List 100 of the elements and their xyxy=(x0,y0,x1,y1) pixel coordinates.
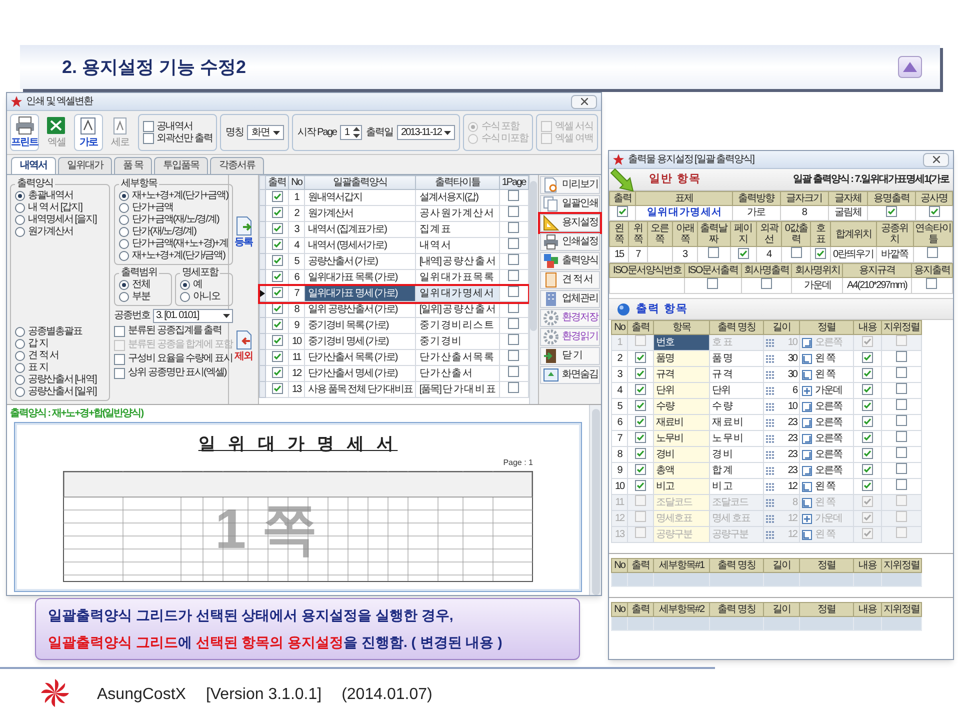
close-button[interactable] xyxy=(571,94,597,108)
table-cell[interactable]: 중기경비 명세 (가로) xyxy=(304,334,416,350)
checkbox[interactable] xyxy=(635,384,646,394)
side-button[interactable]: 견 적 서 xyxy=(540,271,600,289)
checkbox[interactable] xyxy=(272,350,283,362)
checkbox[interactable] xyxy=(616,206,628,217)
radio-button[interactable] xyxy=(119,191,129,201)
close-button[interactable] xyxy=(923,152,949,166)
table-cell[interactable]: 사용 품목 전체 단가대비표 xyxy=(304,382,416,398)
checkbox[interactable] xyxy=(508,366,520,377)
date-field[interactable]: 2013-11-12 xyxy=(397,125,456,140)
checkbox[interactable] xyxy=(862,480,873,490)
radio-button[interactable] xyxy=(15,363,25,373)
radio-button[interactable] xyxy=(15,227,25,237)
scroll-up-button[interactable] xyxy=(898,56,922,78)
radio-button[interactable] xyxy=(119,292,129,302)
checkbox[interactable] xyxy=(815,248,826,258)
checkbox[interactable] xyxy=(896,367,907,378)
checkbox[interactable] xyxy=(761,278,772,289)
table-cell[interactable]: 단가산출서 명세 (가로) xyxy=(304,366,416,382)
table-cell[interactable]: 총액 xyxy=(654,462,710,478)
side-button[interactable]: 용지설정 xyxy=(540,214,600,232)
remove-button[interactable]: 제외 xyxy=(234,330,252,364)
checkbox[interactable] xyxy=(896,415,907,426)
checkbox[interactable] xyxy=(272,286,283,298)
checkbox[interactable] xyxy=(272,238,283,250)
table-cell[interactable]: 일위 공량산출서 (가로) xyxy=(304,302,416,318)
column-header[interactable]: No xyxy=(288,176,304,190)
checkbox[interactable] xyxy=(635,480,646,490)
side-button[interactable]: 인쇄설정 xyxy=(540,233,600,251)
side-button[interactable]: 화면숨김 xyxy=(540,366,600,384)
table-cell[interactable]: 중기경비 목록 (가로) xyxy=(304,318,416,334)
table-cell[interactable]: 공량산출서 (가로) xyxy=(304,254,416,270)
radio-button[interactable] xyxy=(119,203,129,213)
table-cell[interactable]: 수량 xyxy=(654,398,710,414)
checkbox[interactable] xyxy=(862,384,873,394)
dropdown[interactable]: 3. [01. 0101] xyxy=(153,308,234,322)
table-cell[interactable]: 일위대가표 명세 (가로) xyxy=(304,286,416,302)
checkbox[interactable] xyxy=(272,190,283,202)
checkbox[interactable] xyxy=(635,464,646,474)
checkbox[interactable] xyxy=(635,432,646,442)
checkbox[interactable] xyxy=(272,318,283,330)
tab[interactable]: 내역서 xyxy=(11,157,56,174)
radio-button[interactable] xyxy=(119,227,129,237)
radio-button[interactable] xyxy=(15,327,25,337)
checkbox[interactable] xyxy=(508,222,520,233)
toolbar-button[interactable]: 가로 xyxy=(74,114,103,151)
column-header[interactable]: 출력 xyxy=(266,176,289,190)
checkbox[interactable] xyxy=(926,278,938,289)
checkbox[interactable] xyxy=(896,447,907,458)
checkbox[interactable] xyxy=(272,206,283,218)
checkbox[interactable] xyxy=(896,399,907,410)
checkbox[interactable] xyxy=(508,190,520,201)
checkbox[interactable] xyxy=(886,206,898,217)
radio-button[interactable] xyxy=(15,339,25,349)
checkbox[interactable] xyxy=(862,400,873,410)
table-cell[interactable]: 내역서 (집계표가로) xyxy=(304,222,416,238)
table-cell[interactable]: 단가산출서 목록 (가로) xyxy=(304,350,416,366)
radio-button[interactable] xyxy=(15,215,25,225)
side-button[interactable]: 환경저장 xyxy=(540,309,600,327)
side-button[interactable]: 일괄인쇄 xyxy=(540,195,600,213)
side-button[interactable]: 업체관리 xyxy=(540,290,600,308)
checkbox[interactable] xyxy=(272,366,283,378)
radio-button[interactable] xyxy=(180,292,190,302)
scrollbar[interactable] xyxy=(589,405,601,595)
checkbox[interactable] xyxy=(635,416,646,426)
checkbox[interactable] xyxy=(508,382,520,393)
checkbox[interactable] xyxy=(114,326,125,336)
column-header[interactable]: 출력타이틀 xyxy=(416,176,500,190)
side-button[interactable]: 닫 기 xyxy=(540,347,600,365)
table-cell[interactable]: 재료비 xyxy=(654,414,710,430)
radio-button[interactable] xyxy=(180,280,190,290)
table-cell[interactable]: 규격 xyxy=(654,366,710,382)
radio-button[interactable] xyxy=(15,351,25,361)
table-cell[interactable]: 원가계산서 xyxy=(304,206,416,222)
checkbox[interactable] xyxy=(272,222,283,234)
checkbox[interactable] xyxy=(508,254,520,265)
table-cell[interactable]: 비고 xyxy=(654,478,710,494)
side-button[interactable]: 출력양식 xyxy=(540,252,600,270)
checkbox[interactable] xyxy=(508,334,520,345)
checkbox[interactable] xyxy=(928,206,940,217)
spin-field[interactable]: 1 xyxy=(340,125,362,140)
table-cell[interactable]: 원내역서갑지 xyxy=(304,190,416,206)
checkbox[interactable] xyxy=(862,432,873,442)
radio-button[interactable] xyxy=(15,387,25,397)
checkbox[interactable] xyxy=(508,206,520,217)
radio-button[interactable] xyxy=(15,191,25,201)
checkbox[interactable] xyxy=(635,352,646,362)
checkbox[interactable] xyxy=(862,448,873,458)
table-cell[interactable]: 단위 xyxy=(654,382,710,398)
checkbox[interactable] xyxy=(896,479,907,490)
checkbox[interactable] xyxy=(114,354,125,364)
tab[interactable]: 각종서류 xyxy=(210,157,264,174)
radio-button[interactable] xyxy=(15,375,25,385)
checkbox[interactable] xyxy=(114,368,125,378)
tab[interactable]: 투입품목 xyxy=(154,157,208,174)
table-cell[interactable]: 노무비 xyxy=(654,430,710,446)
checkbox[interactable] xyxy=(635,368,646,378)
tab[interactable]: 일위대가 xyxy=(58,157,112,174)
radio-button[interactable] xyxy=(15,203,25,213)
